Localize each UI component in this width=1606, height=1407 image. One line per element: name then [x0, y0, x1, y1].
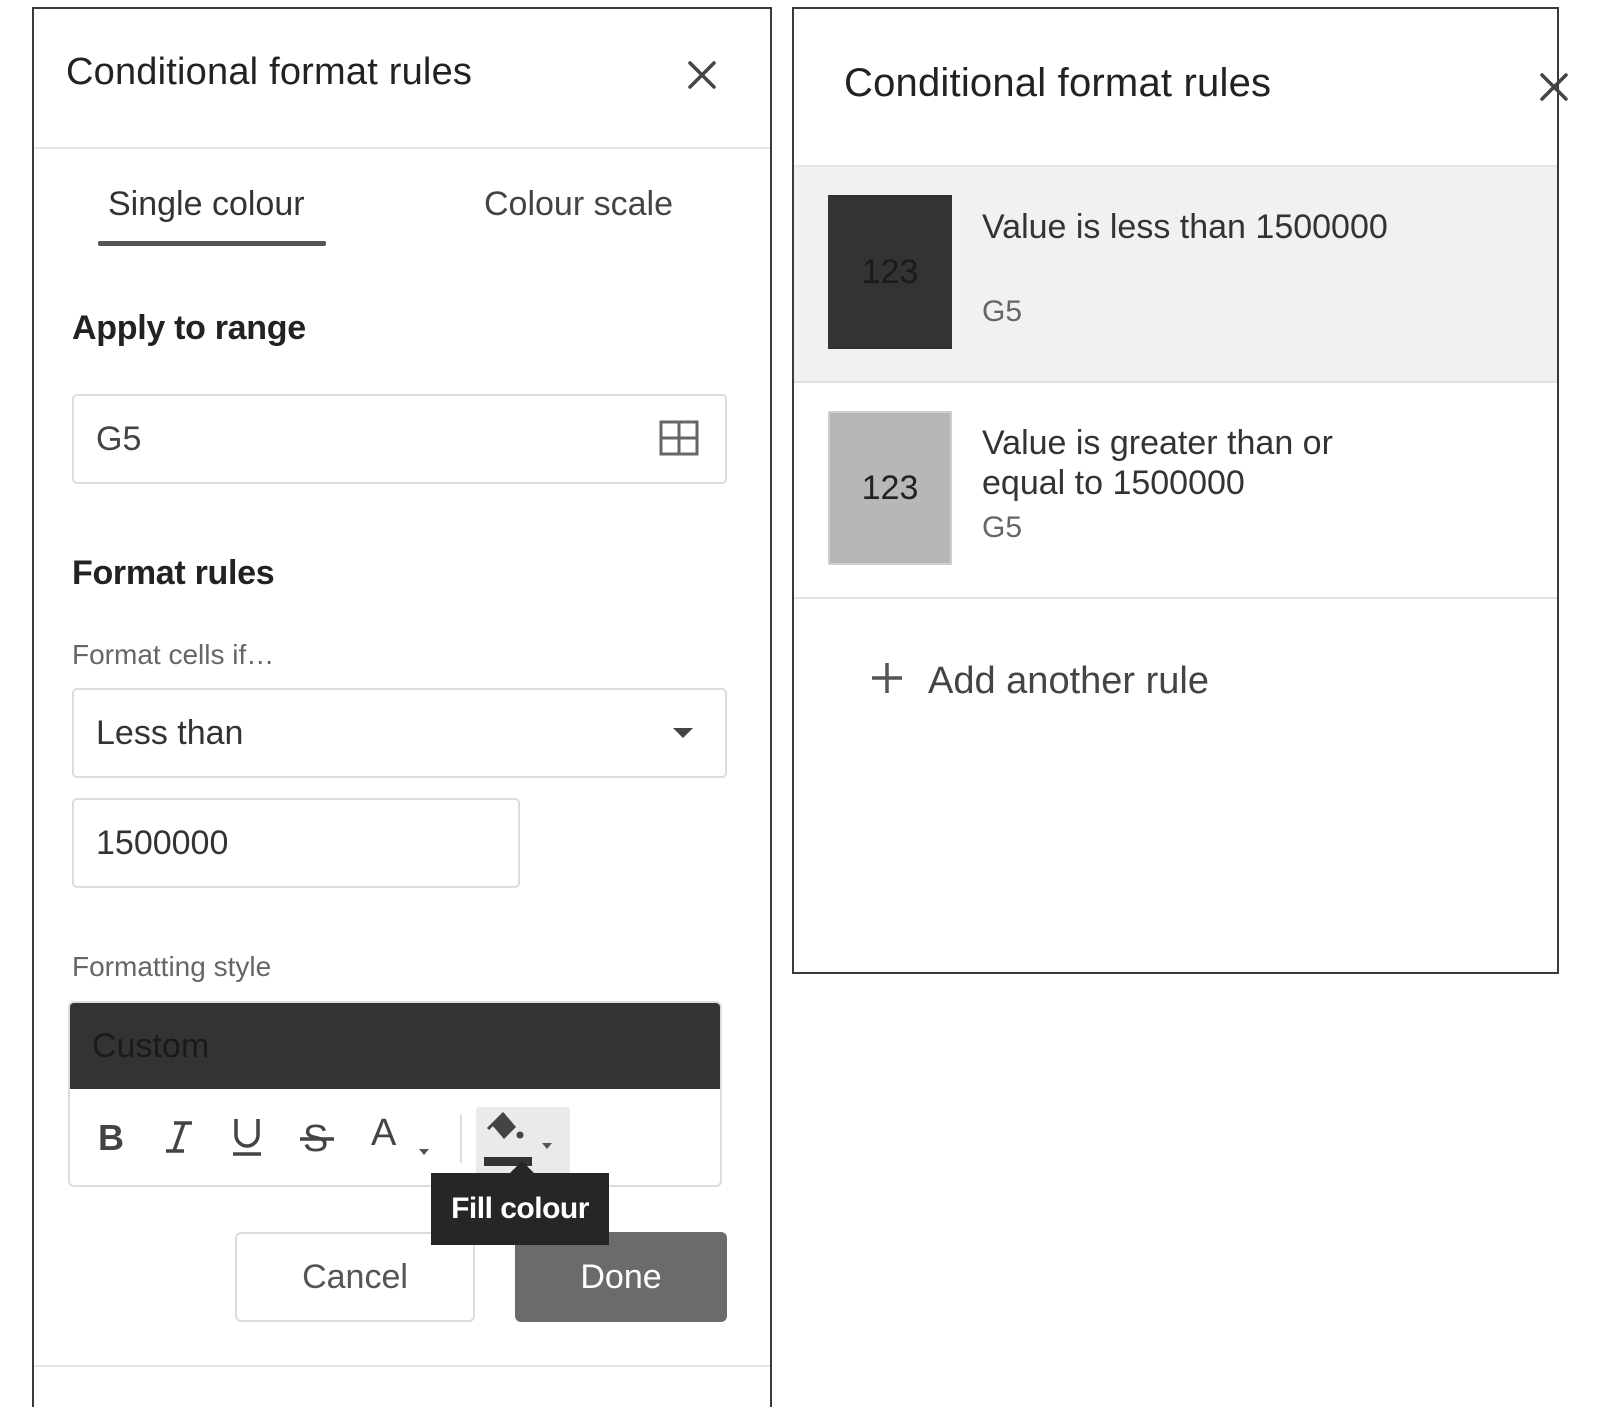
tab-colour-scale[interactable]: Colour scale: [484, 185, 673, 224]
condition-value-input[interactable]: 1500000: [72, 798, 520, 888]
tab-single-colour[interactable]: Single colour: [108, 185, 305, 224]
bold-icon[interactable]: B: [86, 1109, 136, 1165]
editor-header: Conditional format rules: [34, 9, 770, 149]
condition-dropdown[interactable]: Less than: [72, 688, 727, 778]
rule-range: G5: [982, 511, 1023, 544]
rule-item[interactable]: 123 Value is less than 1500000 G5: [794, 167, 1557, 383]
rule-swatch: 123: [828, 195, 952, 349]
formatting-style-box: Custom B S A: [68, 1001, 722, 1187]
editor-title: Conditional format rules: [66, 51, 473, 93]
format-rules-heading: Format rules: [72, 554, 275, 592]
add-another-rule-button[interactable]: Add another rule: [870, 657, 1209, 705]
plus-icon: [870, 657, 920, 705]
underline-icon[interactable]: [222, 1109, 272, 1165]
condition-value-text: 1500000: [96, 823, 229, 862]
formatting-style-label: Formatting style: [72, 951, 272, 982]
footer-divider: [34, 1365, 770, 1367]
range-input[interactable]: G5: [72, 394, 727, 484]
strikethrough-icon[interactable]: S: [292, 1109, 342, 1165]
close-icon[interactable]: [1540, 69, 1570, 105]
style-preview-text: Custom: [92, 1027, 210, 1065]
rule-range: G5: [982, 295, 1023, 328]
done-button[interactable]: Done: [515, 1232, 727, 1322]
rule-swatch: 123: [828, 411, 952, 565]
rule-editor-panel: Conditional format rules Single colour C…: [32, 7, 772, 1407]
select-range-grid-icon[interactable]: [659, 420, 699, 456]
rules-list-title: Conditional format rules: [844, 61, 1272, 105]
text-color-icon[interactable]: A: [364, 1109, 444, 1165]
rules-list-panel: Conditional format rules 123 Value is le…: [792, 7, 1568, 974]
rule-description: Value is greater than or equal to 150000…: [982, 424, 1333, 502]
svg-text:A: A: [371, 1113, 397, 1154]
condition-value: Less than: [96, 713, 244, 752]
fill-colour-tooltip: Fill colour: [431, 1173, 609, 1245]
italic-icon[interactable]: [154, 1109, 204, 1165]
chevron-down-icon: [673, 728, 693, 738]
rule-description: Value is less than 1500000: [982, 208, 1388, 246]
cancel-button[interactable]: Cancel: [235, 1232, 475, 1322]
apply-to-range-heading: Apply to range: [72, 309, 306, 347]
style-toolbar: B S A: [70, 1089, 720, 1185]
svg-text:B: B: [98, 1120, 124, 1154]
range-value: G5: [96, 419, 142, 458]
style-preview[interactable]: Custom: [70, 1003, 720, 1089]
active-tab-indicator: [98, 241, 326, 246]
rule-item[interactable]: 123 Value is greater than or equal to 15…: [794, 383, 1557, 599]
format-cells-if-label: Format cells if…: [72, 639, 275, 670]
tooltip-arrow: [510, 1161, 534, 1173]
add-another-rule-label: Add another rule: [928, 659, 1209, 702]
close-icon[interactable]: [684, 57, 720, 93]
toolbar-divider: [460, 1115, 462, 1163]
